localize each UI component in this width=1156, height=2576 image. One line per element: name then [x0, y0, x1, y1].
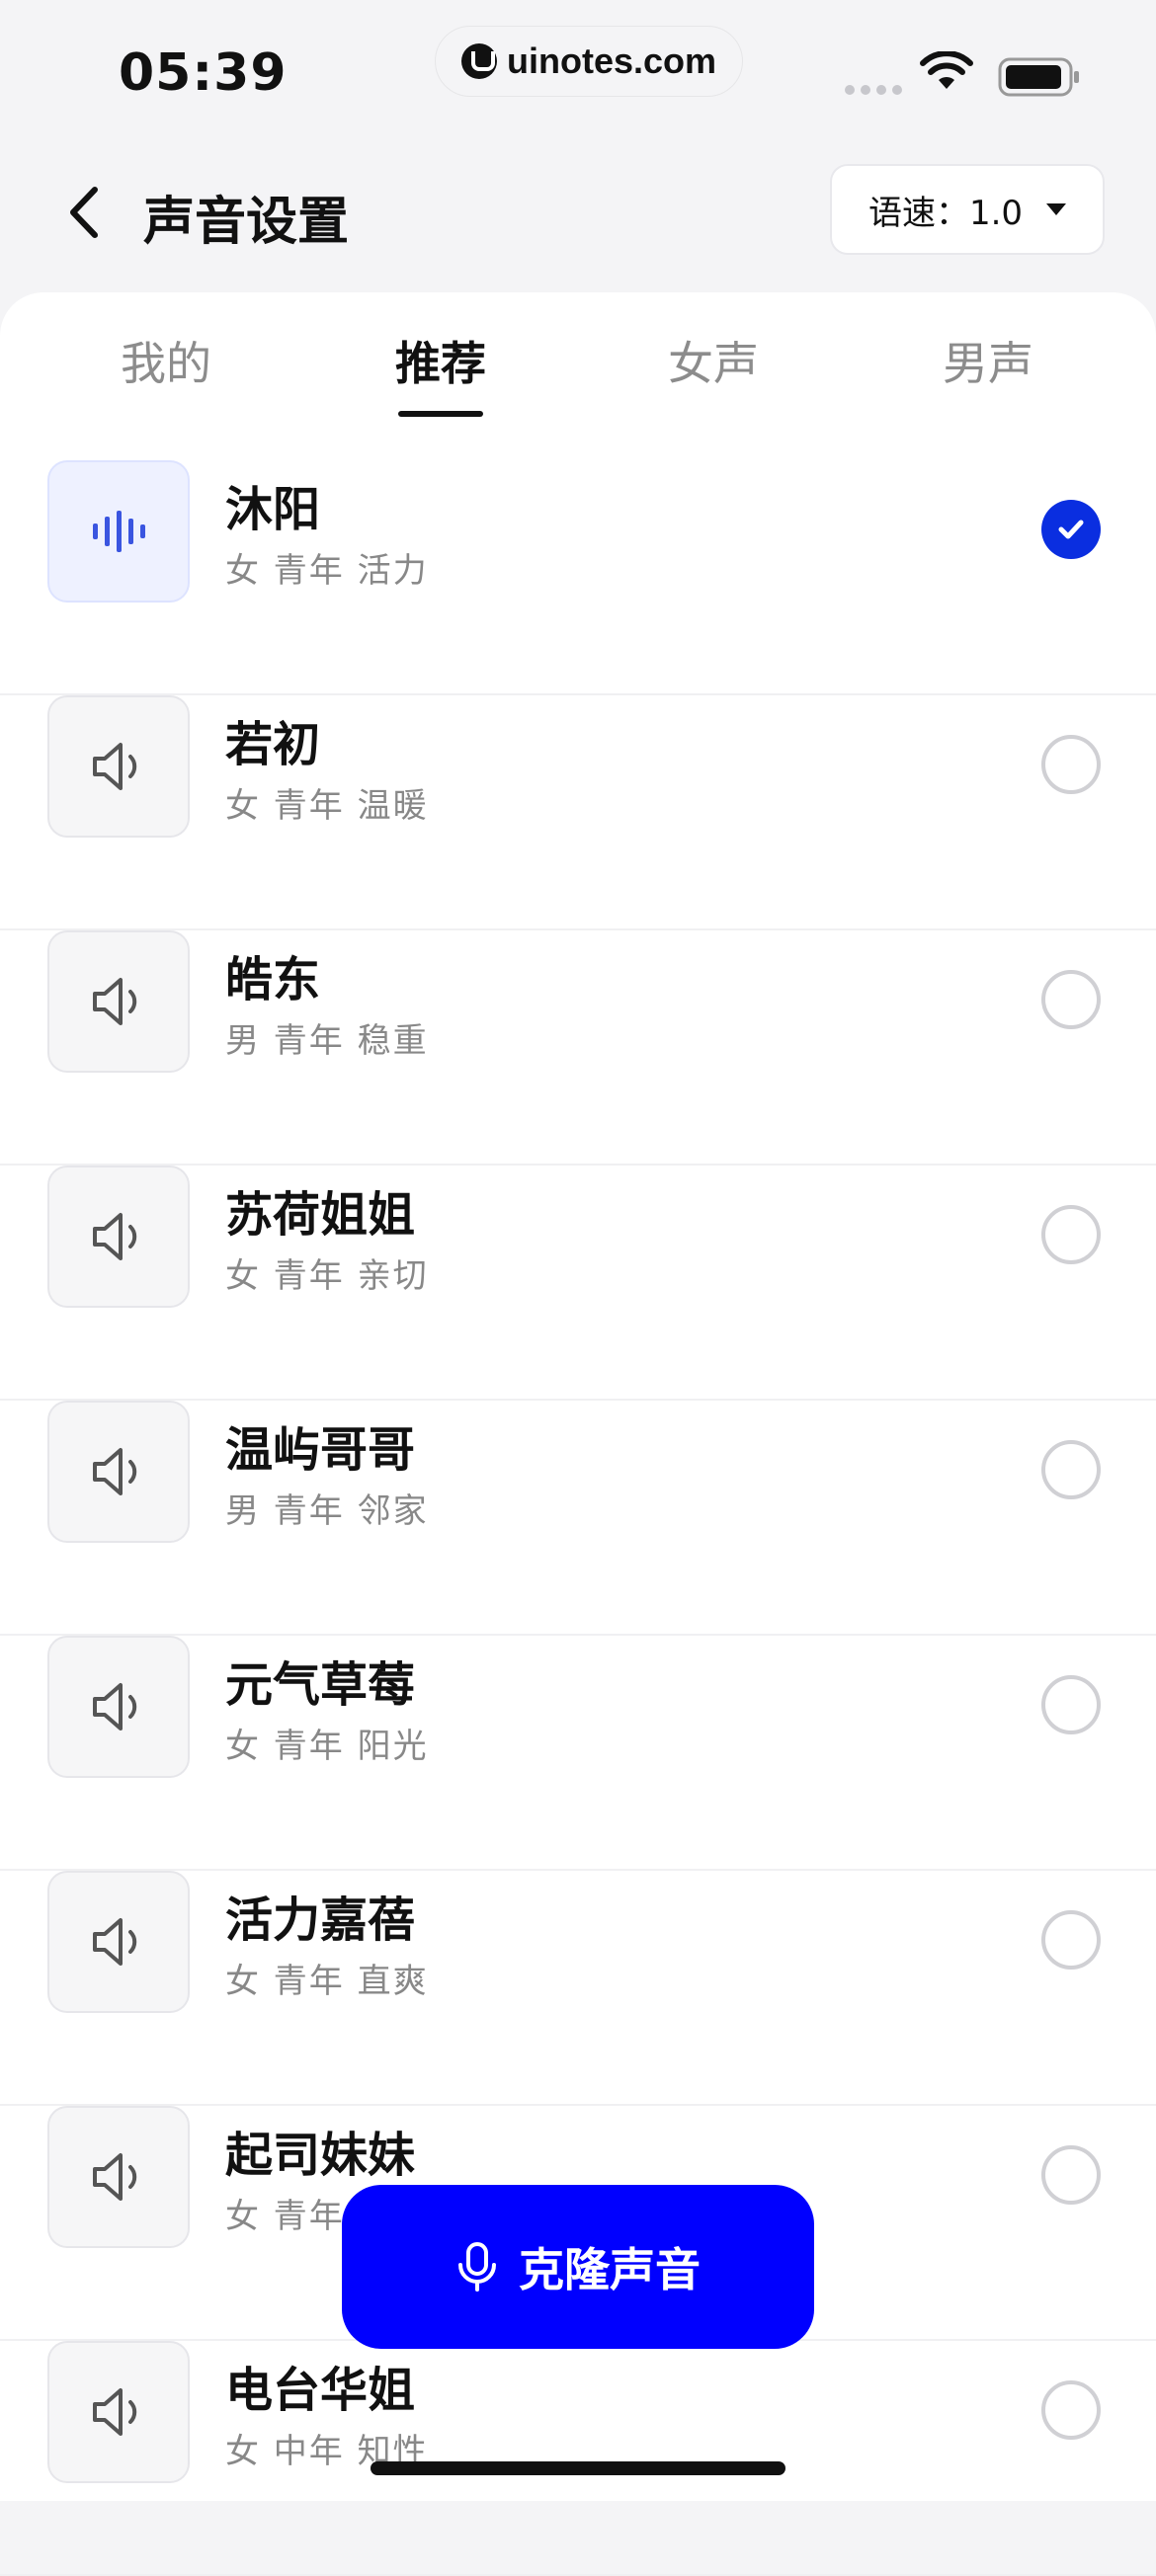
- chevron-left-icon[interactable]: [51, 178, 121, 247]
- signal-dots-icon: [845, 85, 902, 95]
- voice-item[interactable]: 若初 女 青年 温暖: [0, 695, 1156, 930]
- status-bar: 05:39 uinotes.com: [0, 0, 1156, 138]
- voice-name: 温屿哥哥: [225, 1422, 416, 1478]
- voice-thumb: [47, 1166, 190, 1308]
- tab-recommended[interactable]: 推荐: [342, 328, 539, 393]
- battery-icon: [998, 57, 1079, 97]
- brand-logo-icon: [461, 43, 497, 79]
- voice-card: 我的 推荐 女声 男声 沐阳 女 青年 活力 若初 女 青年 温暖 皓东 男 青…: [0, 292, 1156, 2576]
- speed-selector[interactable]: 语速：1.0: [830, 164, 1105, 255]
- brand-text: uinotes.com: [507, 40, 717, 81]
- voice-thumb: [47, 2106, 190, 2248]
- voice-item[interactable]: 苏荷姐姐 女 青年 亲切: [0, 1166, 1156, 1401]
- radio-unchecked[interactable]: [1041, 1440, 1101, 1499]
- voice-name: 苏荷姐姐: [225, 1187, 416, 1243]
- voice-item[interactable]: 沐阳 女 青年 活力: [0, 460, 1156, 695]
- radio-unchecked[interactable]: [1041, 735, 1101, 794]
- voice-name: 起司妹妹: [225, 2128, 416, 2183]
- radio-unchecked[interactable]: [1041, 1205, 1101, 1264]
- voice-name: 电台华姐: [225, 2363, 416, 2418]
- voice-name: 皓东: [225, 952, 321, 1007]
- voice-tags: 女 青年 温暖: [225, 786, 429, 826]
- radio-checked[interactable]: [1041, 500, 1101, 559]
- speaker-icon: [93, 2388, 137, 2436]
- voice-name: 若初: [225, 717, 321, 772]
- radio-unchecked[interactable]: [1041, 2145, 1101, 2205]
- page-title: 声音设置: [143, 193, 350, 252]
- radio-unchecked[interactable]: [1041, 1910, 1101, 1970]
- voice-item[interactable]: 电台华姐 女 中年 知性: [0, 2341, 1156, 2576]
- voice-thumb: [47, 460, 190, 603]
- brand-badge: uinotes.com: [435, 26, 744, 97]
- speaker-icon: [93, 1448, 137, 1495]
- tab-mine[interactable]: 我的: [67, 328, 265, 393]
- voice-name: 沐阳: [225, 482, 321, 537]
- voice-thumb: [47, 695, 190, 838]
- clone-voice-label: 克隆声音: [519, 2243, 701, 2296]
- microphone-icon: [458, 2242, 496, 2292]
- wifi-icon: [920, 51, 973, 89]
- tab-active-indicator: [398, 411, 483, 417]
- voice-thumb: [47, 1636, 190, 1778]
- speaker-icon: [93, 978, 137, 1025]
- voice-item[interactable]: 皓东 男 青年 稳重: [0, 930, 1156, 1166]
- status-time: 05:39: [119, 43, 288, 103]
- caret-down-icon: [1046, 203, 1067, 215]
- speaker-icon: [93, 743, 137, 790]
- home-indicator: [371, 2461, 785, 2475]
- tab-male[interactable]: 男声: [889, 328, 1087, 393]
- radio-unchecked[interactable]: [1041, 1675, 1101, 1734]
- radio-unchecked[interactable]: [1041, 2380, 1101, 2440]
- voice-tags: 女 青年 亲切: [225, 1256, 429, 1296]
- voice-item[interactable]: 温屿哥哥 男 青年 邻家: [0, 1401, 1156, 1636]
- voice-thumb: [47, 1871, 190, 2013]
- clone-voice-button[interactable]: 克隆声音: [342, 2185, 814, 2349]
- speaker-icon: [93, 2153, 137, 2201]
- sound-wave-icon: [93, 511, 145, 552]
- voice-tags: 女 青年 活力: [225, 551, 429, 591]
- radio-unchecked[interactable]: [1041, 970, 1101, 1029]
- voice-tags: 男 青年 稳重: [225, 1021, 429, 1061]
- voice-tags: 女 青年: [225, 2197, 345, 2236]
- speaker-icon: [93, 1213, 137, 1260]
- voice-tags: 女 青年 直爽: [225, 1962, 429, 2001]
- voice-thumb: [47, 930, 190, 1073]
- voice-tags: 女 青年 阳光: [225, 1727, 429, 1766]
- voice-thumb: [47, 2341, 190, 2483]
- speed-label: 语速：1.0: [867, 193, 1024, 233]
- voice-tags: 男 青年 邻家: [225, 1491, 429, 1531]
- header: 声音设置 语速：1.0: [0, 148, 1156, 277]
- voice-name: 活力嘉蓓: [225, 1892, 416, 1948]
- check-icon: [1058, 520, 1084, 539]
- voice-item[interactable]: 元气草莓 女 青年 阳光: [0, 1636, 1156, 1871]
- voice-item[interactable]: 活力嘉蓓 女 青年 直爽: [0, 1871, 1156, 2106]
- tab-bar: 我的 推荐 女声 男声: [0, 292, 1156, 423]
- voice-name: 元气草莓: [225, 1657, 416, 1713]
- tab-female[interactable]: 女声: [615, 328, 812, 393]
- speaker-icon: [93, 1683, 137, 1731]
- voice-thumb: [47, 1401, 190, 1543]
- speaker-icon: [93, 1918, 137, 1966]
